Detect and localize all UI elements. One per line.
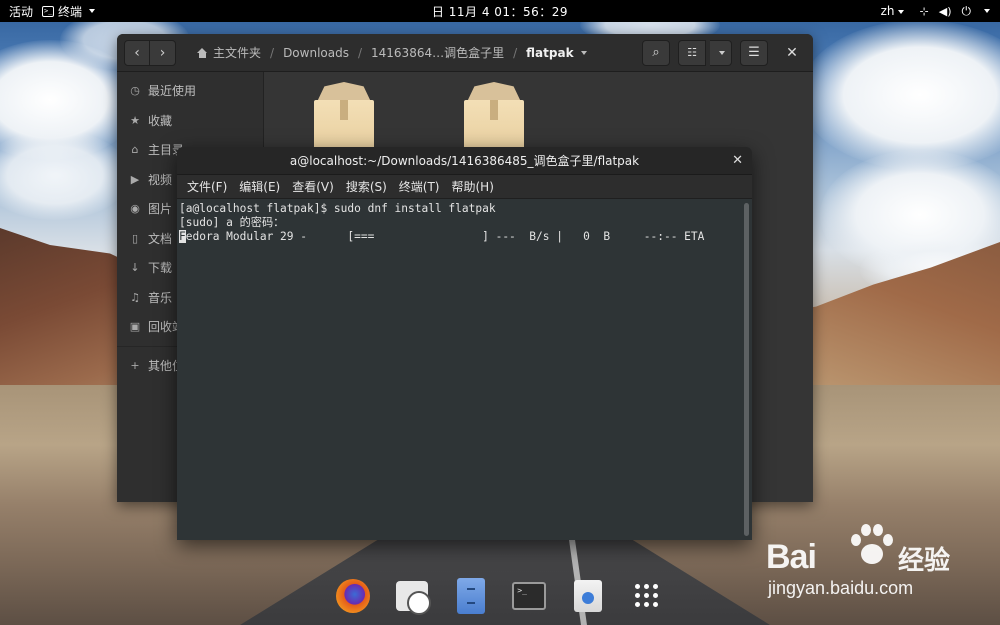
terminal-line: [a@localhost flatpak]$ sudo dnf install … bbox=[179, 202, 496, 215]
power-icon: ⏻ bbox=[961, 3, 972, 18]
app-menu-label: 终端 bbox=[58, 4, 83, 19]
terminal-small-icon: >_ bbox=[42, 5, 55, 17]
download-icon: ↓ bbox=[130, 261, 140, 275]
software-app-icon[interactable] bbox=[569, 577, 607, 615]
list-view-icon: ☷ bbox=[687, 46, 697, 59]
breadcrumb-home[interactable]: 主文件夹 bbox=[190, 44, 268, 61]
sidebar-item[interactable]: ★ 收藏 bbox=[117, 106, 263, 136]
app-menu[interactable]: >_ 终端 bbox=[42, 3, 96, 20]
view-options-button[interactable] bbox=[710, 39, 732, 66]
baidu-watermark: Bai 经验 jingyan.baidu.com bbox=[766, 520, 996, 602]
chevron-down-icon bbox=[984, 9, 990, 13]
files-headerbar: ‹ › 主文件夹 / Downloads / 14163864…调色盒子里 / … bbox=[117, 34, 813, 72]
plus-icon: + bbox=[130, 358, 140, 372]
chevron-down-icon bbox=[89, 9, 96, 13]
terminal-title: a@localhost:~/Downloads/1416386485_调色盒子里… bbox=[289, 154, 640, 168]
document-icon: ▯ bbox=[131, 231, 139, 245]
forward-button[interactable]: › bbox=[150, 39, 176, 66]
folder-item[interactable] bbox=[464, 82, 524, 152]
hamburger-icon: ☰ bbox=[748, 45, 760, 60]
sidebar-item-label: 音乐 bbox=[148, 290, 173, 305]
breadcrumb-folder[interactable]: 14163864…调色盒子里 bbox=[364, 44, 511, 61]
breadcrumb-label: flatpak bbox=[526, 45, 574, 60]
terminal-line-text: edora Modular 29 - [=== ] --- B/s | 0 B … bbox=[185, 230, 705, 243]
sidebar-item-label: 收藏 bbox=[148, 113, 173, 128]
menu-button[interactable]: ☰ bbox=[740, 39, 768, 66]
home-icon: ⌂ bbox=[131, 143, 139, 157]
terminal-menu-item[interactable]: 帮助(H) bbox=[446, 178, 500, 195]
terminal-scrollbar[interactable] bbox=[744, 203, 749, 536]
music-icon: ♫ bbox=[130, 290, 140, 304]
system-tray[interactable]: ⊹ ◀) ⏻ bbox=[920, 4, 990, 19]
app-grid-icon[interactable] bbox=[628, 577, 666, 615]
chevron-left-icon: ‹ bbox=[134, 44, 140, 61]
camera-icon: ◉ bbox=[130, 202, 140, 216]
sidebar-item-label: 文档 bbox=[148, 231, 173, 246]
breadcrumb-separator: / bbox=[270, 45, 275, 60]
terminal-menu-item[interactable]: 终端(T) bbox=[393, 178, 446, 195]
close-button[interactable]: ✕ bbox=[778, 40, 806, 66]
volume-icon: ◀) bbox=[938, 4, 952, 18]
terminal-menu-item[interactable]: 搜索(S) bbox=[340, 178, 393, 195]
terminal-cursor: F bbox=[179, 230, 186, 243]
close-icon[interactable]: ✕ bbox=[732, 153, 743, 168]
watermark-suffix: 经验 bbox=[898, 546, 951, 576]
watermark-url: jingyan.baidu.com bbox=[768, 578, 914, 598]
terminal-menu-item[interactable]: 文件(F) bbox=[181, 178, 233, 195]
home-icon bbox=[197, 47, 208, 58]
paw-icon bbox=[849, 524, 895, 570]
chevron-down-icon bbox=[897, 9, 904, 14]
search-button[interactable]: ⌕ bbox=[642, 39, 670, 66]
language-indicator[interactable]: zh bbox=[881, 4, 904, 18]
trash-icon: ▣ bbox=[129, 320, 141, 334]
clock[interactable]: 日 11月 4 01：56：29 bbox=[432, 3, 568, 20]
clock-icon: ◷ bbox=[130, 84, 140, 98]
top-bar: 活动 >_ 终端 日 11月 4 01：56：29 zh ⊹ ◀) ⏻ bbox=[0, 0, 1000, 22]
breadcrumb-label: 主文件夹 bbox=[213, 46, 262, 60]
sidebar-item-label: 最近使用 bbox=[148, 84, 197, 99]
chevron-down-icon bbox=[580, 51, 587, 55]
language-label: zh bbox=[880, 4, 895, 18]
sidebar-item-label: 图片 bbox=[148, 202, 173, 217]
terminal-line: Fedora Modular 29 - [=== ] --- B/s | 0 B… bbox=[179, 230, 740, 244]
terminal-menu-item[interactable]: 查看(V) bbox=[286, 178, 340, 195]
terminal-app-icon[interactable]: >_ bbox=[510, 577, 548, 615]
breadcrumb-separator: / bbox=[513, 45, 518, 60]
network-icon: ⊹ bbox=[919, 4, 929, 18]
star-icon: ★ bbox=[130, 113, 140, 127]
files-app-icon[interactable] bbox=[452, 577, 490, 615]
terminal-output[interactable]: [a@localhost flatpak]$ sudo dnf install … bbox=[177, 199, 742, 540]
activities-button[interactable]: 活动 bbox=[0, 3, 42, 20]
terminal-app-glyph: >_ bbox=[512, 581, 547, 610]
breadcrumb: 主文件夹 / Downloads / 14163864…调色盒子里 / flat… bbox=[190, 44, 594, 61]
folder-item[interactable] bbox=[314, 82, 374, 152]
terminal-titlebar: a@localhost:~/Downloads/1416386485_调色盒子里… bbox=[177, 147, 752, 175]
breadcrumb-downloads[interactable]: Downloads bbox=[276, 46, 356, 60]
breadcrumb-separator: / bbox=[357, 45, 363, 60]
watermark-brand: Bai bbox=[766, 538, 817, 576]
sidebar-item-label: 视频 bbox=[148, 172, 173, 187]
search-icon: ⌕ bbox=[652, 45, 660, 60]
view-mode-button[interactable]: ☷ bbox=[678, 39, 706, 66]
terminal-line: [sudo] a 的密码： bbox=[179, 216, 285, 229]
sidebar-item-label: 下载 bbox=[148, 261, 173, 276]
terminal-menubar: 文件(F) 编辑(E) 查看(V) 搜索(S) 终端(T) 帮助(H) bbox=[177, 175, 752, 199]
terminal-window: a@localhost:~/Downloads/1416386485_调色盒子里… bbox=[177, 147, 752, 540]
back-button[interactable]: ‹ bbox=[124, 39, 150, 66]
close-icon: ✕ bbox=[786, 44, 798, 61]
breadcrumb-current[interactable]: flatpak bbox=[519, 46, 594, 60]
dash-dock: >_ bbox=[316, 566, 684, 625]
firefox-icon[interactable] bbox=[334, 577, 372, 615]
sidebar-item[interactable]: ◷ 最近使用 bbox=[117, 76, 263, 106]
terminal-menu-item[interactable]: 编辑(E) bbox=[233, 178, 286, 195]
chevron-down-icon bbox=[719, 50, 725, 55]
clock-app-icon[interactable] bbox=[393, 577, 431, 615]
chevron-right-icon: › bbox=[159, 44, 166, 61]
video-icon: ▶ bbox=[130, 172, 140, 186]
